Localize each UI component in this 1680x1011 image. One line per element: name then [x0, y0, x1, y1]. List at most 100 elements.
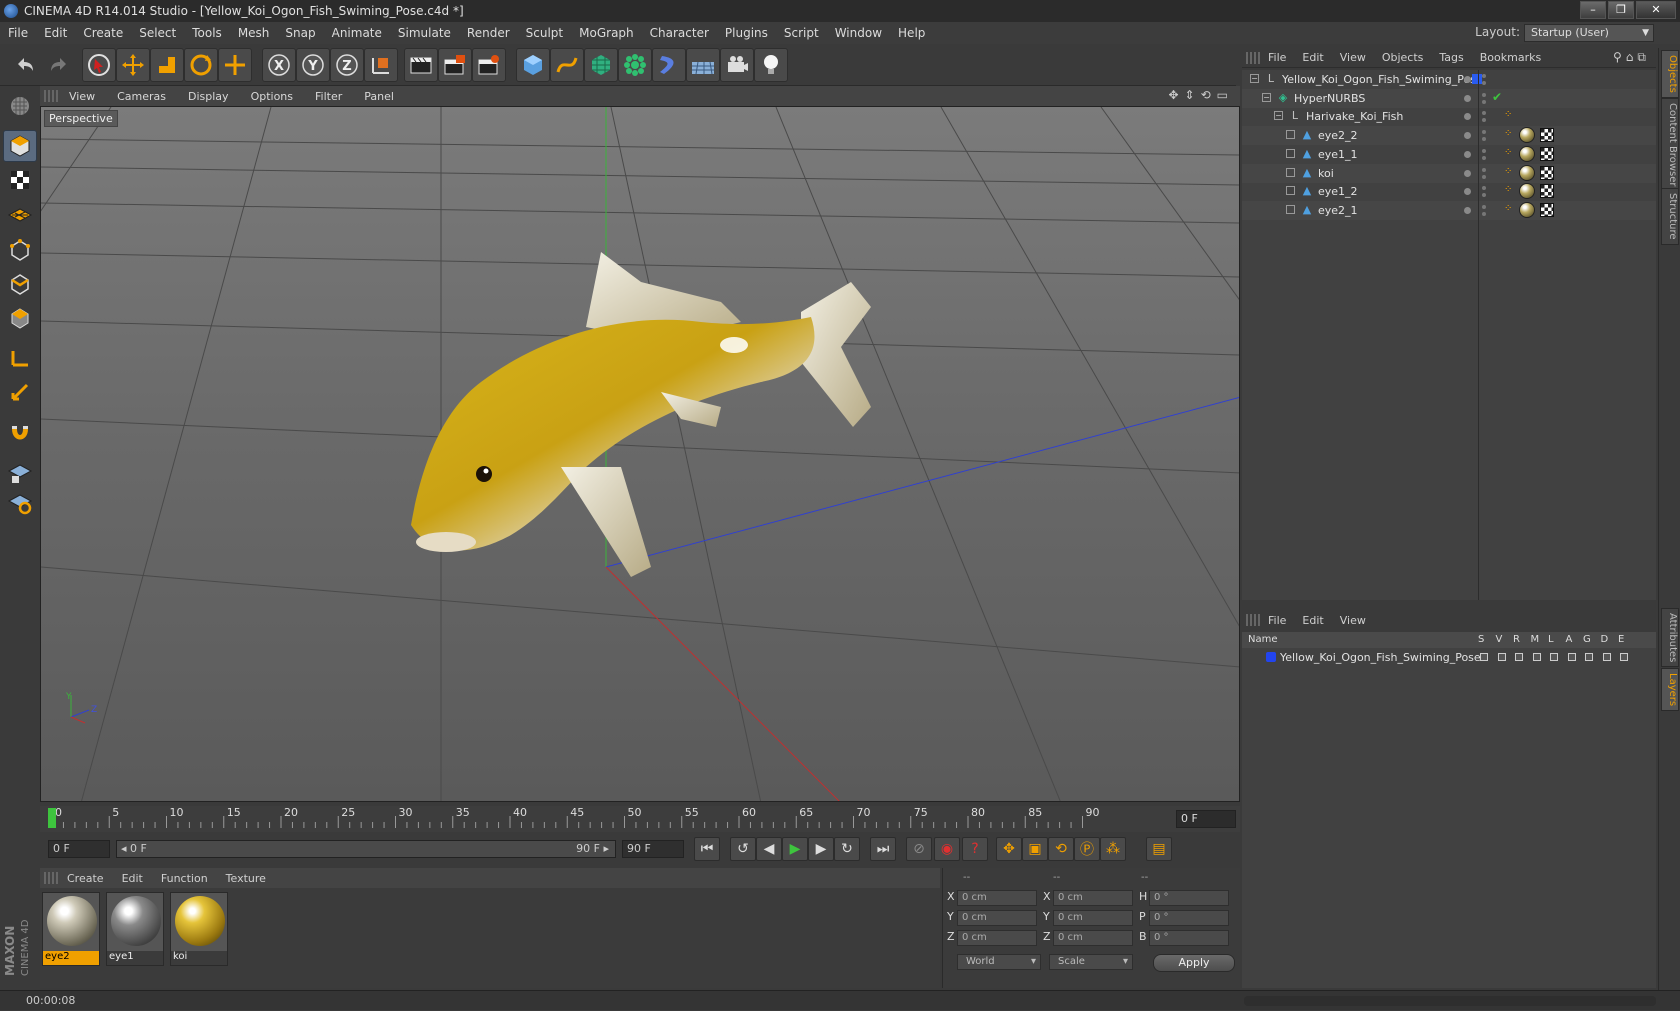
scale-button[interactable] — [150, 48, 184, 82]
coordinate-system-button[interactable] — [364, 48, 398, 82]
phong-tag-icon[interactable]: ⁘ — [1504, 203, 1512, 214]
layer-menu-edit[interactable]: Edit — [1294, 614, 1331, 627]
spline-pen-button[interactable] — [550, 48, 584, 82]
layer-lock-icon[interactable] — [1550, 653, 1558, 661]
layer-col-a[interactable]: A — [1566, 634, 1573, 645]
layer-expression-icon[interactable] — [1620, 653, 1628, 661]
layer-col-m[interactable]: M — [1531, 634, 1540, 645]
key-rotation-button[interactable]: ⟲ — [1048, 837, 1074, 861]
uvw-tag-icon[interactable] — [1540, 202, 1554, 217]
render-visibility-dot[interactable] — [1482, 118, 1486, 123]
object-row-eye1_1[interactable]: ▲ eye1_1 ⁘ — [1242, 145, 1656, 164]
object-row-harivake_koi_fish[interactable]: − L Harivake_Koi_Fish ⁘ — [1242, 107, 1656, 126]
object-menu-file[interactable]: File — [1260, 51, 1294, 64]
object-row-eye2_2[interactable]: ▲ eye2_2 ⁘ — [1242, 126, 1656, 146]
uvw-tag-icon[interactable] — [1540, 165, 1554, 180]
goto-start-button[interactable]: ⏮ — [694, 837, 720, 861]
cube-primitive-button[interactable] — [516, 48, 550, 82]
layer-deformer-icon[interactable] — [1602, 653, 1611, 661]
side-tab-layers[interactable]: Layers — [1661, 668, 1679, 712]
object-menu-bookmarks[interactable]: Bookmarks — [1472, 51, 1549, 64]
tweak-mode-button[interactable] — [3, 376, 37, 408]
material-koi[interactable]: koi — [170, 892, 228, 966]
phong-tag-icon[interactable]: ⁘ — [1504, 166, 1512, 177]
next-key-button[interactable]: ↻ — [834, 837, 860, 861]
render-visibility-dot[interactable] — [1482, 155, 1486, 160]
close-button[interactable]: ✕ — [1636, 1, 1676, 19]
object-row-yellow_koi_ogon_fish_swiming_pose[interactable]: − L Yellow_Koi_Ogon_Fish_Swiming_Pose — [1242, 70, 1656, 89]
editor-visibility-dot[interactable] — [1482, 148, 1486, 153]
object-name[interactable]: eye2_2 — [1318, 129, 1358, 142]
material-eye1[interactable]: eye1 — [106, 892, 164, 966]
render-view-button[interactable] — [404, 48, 438, 82]
side-tab-objects[interactable]: Objects — [1661, 50, 1679, 98]
viewport-zoom-icon[interactable]: ⇕ — [1185, 88, 1195, 102]
render-visibility-dot[interactable] — [1482, 81, 1486, 85]
layer-generator-icon[interactable] — [1585, 653, 1593, 661]
viewport-camera-label[interactable]: Perspective — [44, 110, 118, 127]
material-menu-edit[interactable]: Edit — [113, 872, 152, 885]
viewport-menu-display[interactable]: Display — [177, 90, 240, 103]
object-name[interactable]: eye1_1 — [1318, 148, 1358, 161]
menu-render[interactable]: Render — [459, 26, 518, 40]
layer-solo-icon[interactable] — [1480, 653, 1488, 661]
model-mode-button[interactable] — [3, 130, 37, 162]
editor-visibility-dot[interactable] — [1482, 167, 1486, 172]
editor-visibility-dot[interactable] — [1482, 130, 1486, 135]
layer-col-e[interactable]: E — [1618, 634, 1624, 645]
menu-help[interactable]: Help — [890, 26, 933, 40]
render-visibility-dot[interactable] — [1482, 137, 1486, 142]
coord-pos-x-field[interactable]: 0 cm — [957, 890, 1037, 906]
panel-grip-icon[interactable] — [1246, 51, 1260, 64]
render-settings-button[interactable] — [472, 48, 506, 82]
object-name[interactable]: HyperNURBS — [1294, 92, 1365, 105]
menu-file[interactable]: File — [0, 26, 36, 40]
viewport-menu-filter[interactable]: Filter — [304, 90, 353, 103]
timeline-playhead[interactable] — [48, 808, 56, 828]
layer-view-icon[interactable] — [1497, 653, 1506, 661]
panel-grip-icon[interactable] — [1246, 614, 1260, 626]
object-row-koi[interactable]: ▲ koi ⁘ — [1242, 163, 1656, 183]
preview-range-slider[interactable]: ◂ 0 F 90 F ▸ — [116, 840, 616, 858]
timeline-ruler[interactable]: 0 5 10 15 20 25 30 35 40 45 50 55 60 65 70 75 80 85 90 — [40, 806, 1240, 832]
menu-window[interactable]: Window — [827, 26, 890, 40]
snap-button[interactable] — [3, 418, 37, 450]
menu-simulate[interactable]: Simulate — [390, 26, 459, 40]
material-tag-icon[interactable] — [1519, 183, 1535, 200]
viewport-menu-options[interactable]: Options — [240, 90, 304, 103]
snap-settings-button[interactable] — [3, 486, 37, 518]
workplane-lock-button[interactable] — [3, 456, 37, 488]
object-manager-divider[interactable] — [1478, 70, 1479, 600]
motion-record-button[interactable]: ⊘ — [906, 837, 932, 861]
material-tag-icon[interactable] — [1519, 164, 1535, 181]
object-row-hypernurbs[interactable]: − ◈ HyperNURBS ✔ — [1242, 88, 1656, 108]
menu-plugins[interactable]: Plugins — [717, 26, 776, 40]
tree-collapse-icon[interactable]: − — [1262, 92, 1271, 102]
object-menu-edit[interactable]: Edit — [1294, 51, 1331, 64]
layer-color-dot[interactable] — [1464, 206, 1471, 214]
layer-animation-icon[interactable] — [1567, 653, 1576, 661]
points-mode-button[interactable] — [3, 234, 37, 266]
menu-sculpt[interactable]: Sculpt — [518, 26, 571, 40]
play-button[interactable]: ▶ — [782, 837, 808, 861]
uvw-tag-icon[interactable] — [1540, 146, 1554, 161]
make-editable-button[interactable] — [3, 90, 37, 122]
menu-character[interactable]: Character — [642, 26, 717, 40]
key-parameter-button[interactable]: Ⓟ — [1074, 837, 1100, 861]
material-menu-create[interactable]: Create — [58, 872, 113, 885]
key-pla-button[interactable]: ⁂ — [1100, 837, 1126, 861]
coord-rot-p-field[interactable]: 0 ° — [1149, 910, 1229, 926]
material-tag-icon[interactable] — [1519, 201, 1535, 218]
rotate-button[interactable] — [184, 48, 218, 82]
viewport-menu-panel[interactable]: Panel — [353, 90, 405, 103]
material-eye2[interactable]: eye2 — [42, 892, 100, 966]
layer-color-dot[interactable] — [1464, 169, 1471, 177]
move-button[interactable] — [116, 48, 150, 82]
autokey-button[interactable]: ? — [962, 837, 988, 861]
menu-mesh[interactable]: Mesh — [230, 26, 278, 40]
coord-size-select[interactable]: Scale ▾ — [1049, 954, 1133, 970]
axis-mode-button[interactable] — [3, 342, 37, 374]
side-tab-attributes[interactable]: Attributes — [1661, 608, 1679, 668]
current-frame-field[interactable]: 0 F — [1176, 810, 1236, 828]
timeline-button[interactable]: ▤ — [1146, 837, 1172, 861]
